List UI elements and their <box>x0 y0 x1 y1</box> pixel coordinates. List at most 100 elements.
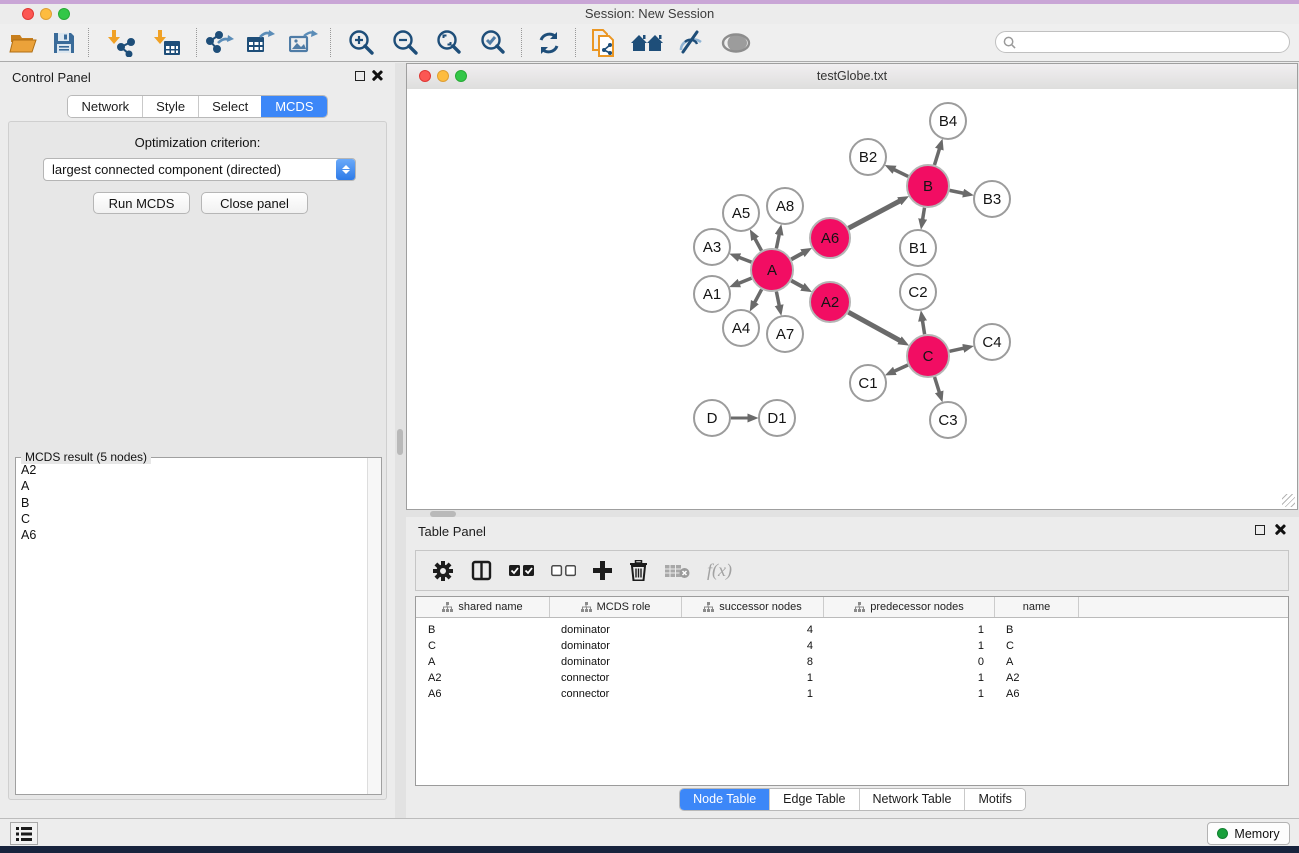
tab-network-table[interactable]: Network Table <box>859 789 965 810</box>
status-bar: Memory <box>0 818 1299 846</box>
tab-mcds[interactable]: MCDS <box>261 96 326 117</box>
criterion-dropdown[interactable]: largest connected component (directed) <box>43 158 356 181</box>
graph-edge-C-C1[interactable] <box>894 365 907 371</box>
control-panel: Control Panel Network Style Select MCDS … <box>0 63 395 818</box>
graph-edge-A2-C[interactable] <box>848 312 900 340</box>
first-neighbors-button[interactable] <box>630 27 664 59</box>
result-item[interactable]: A <box>21 478 368 494</box>
desktop-edge <box>0 846 1299 853</box>
column-header-shared-name[interactable]: shared name <box>416 597 549 617</box>
column-header-name[interactable]: name <box>994 597 1078 617</box>
select-all-button[interactable] <box>509 565 534 577</box>
graph-edge-A-A2[interactable] <box>791 281 803 287</box>
unselect-all-button[interactable] <box>551 565 576 577</box>
node-table[interactable]: shared name MCDS role successor nodes pr… <box>415 596 1289 786</box>
float-panel-icon[interactable] <box>355 71 365 81</box>
toolbar-separator <box>575 28 576 57</box>
float-table-panel-icon[interactable] <box>1255 525 1265 535</box>
graph-edge-B-B3[interactable] <box>950 190 964 193</box>
close-panel-button[interactable]: Close panel <box>201 192 308 214</box>
graph-edge-A-A1[interactable] <box>739 278 752 283</box>
run-mcds-button[interactable]: Run MCDS <box>93 192 190 214</box>
column-settings-button[interactable] <box>432 560 454 582</box>
result-item[interactable]: C <box>21 511 368 527</box>
column-header-successor-nodes[interactable]: successor nodes <box>681 597 823 617</box>
add-column-button[interactable] <box>593 561 612 580</box>
tab-network[interactable]: Network <box>68 96 142 117</box>
table-row[interactable]: Adominator 80 A <box>416 654 1288 670</box>
graph-edge-B-B1[interactable] <box>923 208 925 220</box>
panel-splitter-handle[interactable] <box>397 429 403 455</box>
result-item[interactable]: A6 <box>21 527 368 543</box>
graph-edge-A-A8[interactable] <box>776 234 779 248</box>
delete-column-button[interactable] <box>629 560 648 581</box>
import-table-button[interactable] <box>150 27 184 59</box>
network-titlebar[interactable]: testGlobe.txt <box>407 64 1297 90</box>
result-item[interactable]: B <box>21 495 368 511</box>
open-session-button[interactable] <box>6 27 40 59</box>
table-row[interactable]: A2connector 11 A2 <box>416 670 1288 686</box>
graph-edge-A-A4[interactable] <box>755 289 762 302</box>
zoom-in-button[interactable] <box>344 27 378 59</box>
mcds-result-list[interactable]: A2 A B C A6 <box>16 458 368 794</box>
function-builder-button[interactable]: f(x) <box>707 560 732 581</box>
zoom-fit-icon <box>434 29 462 57</box>
graph-edge-A-A6[interactable] <box>791 253 803 259</box>
import-network-button[interactable] <box>104 27 138 59</box>
task-history-button[interactable] <box>10 822 38 845</box>
zoom-out-button[interactable] <box>388 27 422 59</box>
graph-edge-B-B2[interactable] <box>894 170 908 177</box>
graph-edge-C-C2[interactable] <box>922 321 924 335</box>
birds-eye-view-button[interactable] <box>719 27 753 59</box>
delete-table-button[interactable] <box>665 563 690 579</box>
zoom-fit-button[interactable] <box>431 27 465 59</box>
column-header-mcds-role[interactable]: MCDS role <box>549 597 681 617</box>
show-columns-button[interactable] <box>471 560 492 581</box>
table-row[interactable]: A6connector 11 A6 <box>416 686 1288 702</box>
memory-status-icon <box>1217 828 1228 839</box>
graph-node-label-A4: A4 <box>732 320 750 337</box>
export-image-button[interactable] <box>287 27 321 59</box>
main-toolbar <box>0 24 1299 62</box>
network-graph: B4B2BB3A8A5A6A3B1AA1C2A2A4A7C4CC1C3DD1 <box>407 89 1297 509</box>
network-canvas[interactable]: B4B2BB3A8A5A6A3B1AA1C2A2A4A7C4CC1C3DD1 <box>407 89 1297 509</box>
tab-style[interactable]: Style <box>142 96 198 117</box>
dropdown-stepper-icon <box>336 159 355 180</box>
memory-button[interactable]: Memory <box>1207 822 1290 845</box>
graph-edge-B-B4[interactable] <box>934 149 939 165</box>
delete-table-icon <box>665 563 690 579</box>
export-table-button[interactable] <box>244 27 278 59</box>
table-toolbar: f(x) <box>415 550 1289 591</box>
table-row[interactable]: Bdominator 41 B <box>416 622 1288 638</box>
refresh-button[interactable] <box>532 27 566 59</box>
zoom-selected-button[interactable] <box>475 27 509 59</box>
save-session-button[interactable] <box>47 27 81 59</box>
tab-select[interactable]: Select <box>198 96 261 117</box>
column-header-predecessor-nodes[interactable]: predecessor nodes <box>823 597 994 617</box>
tab-node-table[interactable]: Node Table <box>680 789 769 810</box>
graph-node-label-B4: B4 <box>939 113 957 130</box>
result-item[interactable]: A2 <box>21 462 368 478</box>
graph-edge-A-A3[interactable] <box>739 257 751 262</box>
show-graphics-details-button[interactable] <box>674 27 708 59</box>
graph-edge-A6-B[interactable] <box>849 201 900 228</box>
double-home-icon <box>630 31 664 55</box>
tab-motifs[interactable]: Motifs <box>964 789 1024 810</box>
graph-edge-C-C3[interactable] <box>935 377 940 392</box>
tab-edge-table[interactable]: Edge Table <box>769 789 858 810</box>
table-row[interactable]: Cdominator 41 C <box>416 638 1288 654</box>
graph-edge-C-C4[interactable] <box>949 348 963 351</box>
search-input[interactable] <box>1020 34 1289 50</box>
close-table-panel-icon[interactable] <box>1274 523 1286 535</box>
new-network-from-selection-button[interactable] <box>588 27 622 59</box>
network-view-window: testGlobe.txt B4B2BB3A8A5A6A3B1AA1C2A2A4… <box>406 63 1298 510</box>
export-network-button[interactable] <box>202 27 236 59</box>
result-scrollbar[interactable] <box>367 458 381 794</box>
control-panel-tabs: Network Style Select MCDS <box>0 95 395 118</box>
graph-edge-A-A5[interactable] <box>755 238 762 250</box>
graph-edge-A-A7[interactable] <box>776 292 779 306</box>
window-resize-grip[interactable] <box>1282 494 1295 507</box>
network-title: testGlobe.txt <box>407 69 1297 83</box>
close-panel-icon[interactable] <box>371 69 383 81</box>
search-field[interactable] <box>995 31 1290 53</box>
